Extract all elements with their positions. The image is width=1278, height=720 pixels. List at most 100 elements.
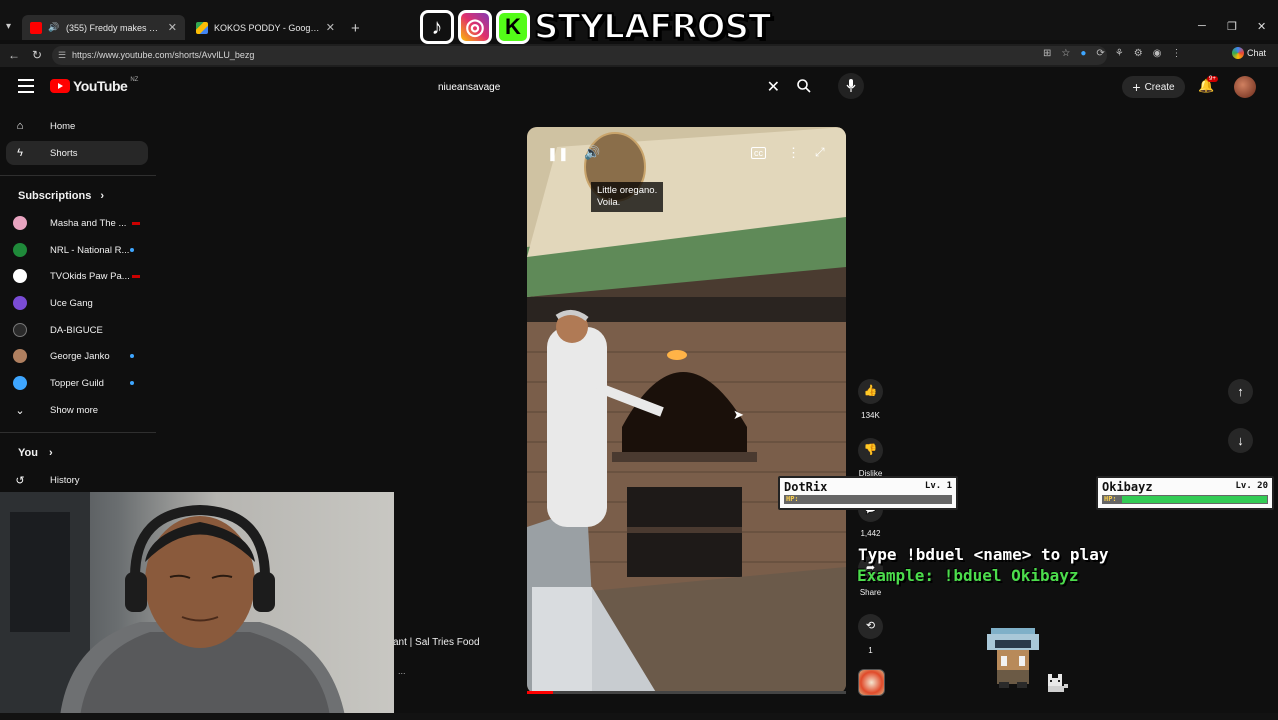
- sidebar-item-label: Shorts: [50, 147, 78, 159]
- volume-icon[interactable]: 🔊: [584, 145, 600, 161]
- extension-icon[interactable]: ⚘: [1115, 48, 1124, 59]
- notification-count-badge: 9+: [1207, 76, 1218, 82]
- close-tab-icon[interactable]: ✕: [326, 21, 335, 34]
- streamer-name: STYLAFROST: [533, 6, 772, 48]
- taskbar-strip: [0, 713, 1278, 720]
- sidebar-divider: [0, 432, 156, 433]
- maximize-icon[interactable]: ❐: [1227, 20, 1237, 33]
- show-more-button[interactable]: ⌄ Show more: [6, 398, 148, 422]
- sidebar-item-subscription[interactable]: Uce Gang: [6, 291, 148, 315]
- sidebar-item-subscription[interactable]: TVOkids Paw Pa...: [6, 264, 148, 288]
- sidebar-item-subscription[interactable]: Masha and The ...: [6, 211, 148, 235]
- captions-icon[interactable]: cc: [751, 147, 766, 159]
- sidebar-item-label: History: [50, 474, 80, 486]
- video-progress-bar[interactable]: [527, 691, 846, 694]
- history-icon: ↺: [15, 474, 25, 487]
- comment-count: 1,442: [860, 529, 881, 538]
- gemini-icon: [1232, 47, 1244, 59]
- chat-button[interactable]: Chat: [1232, 47, 1266, 59]
- sidebar-item-history[interactable]: ↺ History: [6, 468, 148, 492]
- search-input[interactable]: niueansavage: [428, 82, 767, 93]
- close-window-icon[interactable]: ✕: [1257, 20, 1266, 33]
- microphone-icon[interactable]: [838, 73, 864, 99]
- pause-icon[interactable]: ❚❚: [547, 146, 569, 162]
- minimize-icon[interactable]: ─: [1198, 20, 1206, 32]
- sidebar-item-subscription[interactable]: George Janko: [6, 344, 148, 368]
- extension-icon[interactable]: ●: [1080, 48, 1086, 59]
- subscriptions-label: Subscriptions: [18, 190, 92, 202]
- next-short-button[interactable]: ↓: [1228, 428, 1253, 453]
- menu-icon[interactable]: [18, 79, 34, 93]
- sidebar-item-subscription[interactable]: NRL - National R...: [6, 238, 148, 262]
- you-heading[interactable]: You ›: [18, 447, 53, 459]
- channel-avatar: [13, 269, 27, 283]
- channel-name: DA-BIGUCE: [50, 324, 103, 336]
- menu-dots-icon[interactable]: ⋮: [1171, 48, 1181, 59]
- dislike-button[interactable]: 👎: [858, 438, 883, 463]
- install-app-icon[interactable]: ⊞: [1043, 48, 1051, 59]
- search-icon[interactable]: [796, 78, 812, 94]
- channel-name: George Janko: [50, 350, 110, 362]
- sidebar-item-subscription[interactable]: DA-BIGUCE: [6, 318, 148, 342]
- channel-avatar: [13, 323, 27, 337]
- tab-youtube[interactable]: 🔊 (355) Freddy makes a PERFEC ✕: [22, 15, 185, 40]
- extension-icon[interactable]: ⚙: [1134, 48, 1143, 59]
- pizza-oven-video-frame: [527, 127, 846, 694]
- youtube-wordmark: YouTube: [73, 78, 128, 94]
- shorts-video-player[interactable]: [527, 127, 846, 694]
- account-avatar[interactable]: [1234, 76, 1256, 98]
- sidebar-item-shorts[interactable]: ϟ Shorts: [6, 141, 148, 165]
- more-options-icon[interactable]: ⋮: [787, 145, 800, 161]
- channel-name: TVOkids Paw Pa...: [50, 270, 130, 282]
- reload-icon[interactable]: ↻: [32, 48, 42, 62]
- like-button[interactable]: 👍: [858, 379, 883, 404]
- progress-fill: [527, 691, 553, 694]
- more-options-icon[interactable]: ...: [398, 666, 406, 676]
- player2-hp-bar: HP:: [1102, 495, 1268, 504]
- new-tab-icon[interactable]: +: [351, 20, 360, 37]
- create-label: Create: [1144, 81, 1175, 93]
- extension-icon[interactable]: ⟳: [1096, 48, 1104, 59]
- channel-avatar: [13, 376, 27, 390]
- tab-google-drive[interactable]: KOKOS PODDY - Google Drive ✕: [188, 15, 343, 40]
- mouse-cursor-icon: ➤: [733, 407, 744, 422]
- site-info-icon[interactable]: ☰: [58, 46, 66, 65]
- tab-title: KOKOS PODDY - Google Drive: [214, 22, 320, 33]
- like-count: 134K: [861, 411, 880, 420]
- sidebar-item-home[interactable]: ⌂ Home: [6, 114, 148, 138]
- remix-button[interactable]: ⟲: [858, 614, 883, 639]
- player2-name: Okibayz: [1102, 480, 1153, 494]
- tab-search-icon[interactable]: ▾: [6, 21, 11, 32]
- url-field[interactable]: ☰ https://www.youtube.com/shorts/AvvlLU_…: [52, 46, 1107, 65]
- chevron-right-icon: ›: [100, 190, 105, 202]
- clear-search-icon[interactable]: ✕: [767, 77, 788, 97]
- instagram-icon: ◎: [458, 10, 492, 44]
- kick-icon: K: [496, 10, 530, 44]
- video-caption: Little oregano. Voila.: [591, 182, 664, 212]
- player1-hp-bar: HP:: [784, 495, 952, 504]
- subscriptions-heading[interactable]: Subscriptions ›: [18, 190, 104, 202]
- screen: ▾ 🔊 (355) Freddy makes a PERFEC ✕ KOKOS …: [0, 0, 1278, 720]
- live-indicator-icon: [132, 221, 140, 225]
- profile-icon[interactable]: ◉: [1153, 48, 1162, 59]
- channel-name: Uce Gang: [50, 297, 93, 309]
- audio-track-thumbnail[interactable]: [858, 669, 885, 696]
- game-instruction: Type !bduel <name> to play: [858, 545, 1109, 564]
- sidebar-item-subscription[interactable]: Topper Guild: [6, 371, 148, 395]
- channel-avatar: [13, 216, 27, 230]
- youtube-favicon-icon: [30, 21, 42, 34]
- you-label: You: [18, 447, 38, 459]
- fullscreen-icon[interactable]: ⤢: [815, 145, 825, 160]
- back-icon[interactable]: ←: [8, 48, 20, 62]
- country-code: NZ: [130, 77, 139, 83]
- bookmark-star-icon[interactable]: ☆: [1061, 48, 1070, 59]
- video-title-partial[interactable]: ant | Sal Tries Food: [393, 637, 480, 648]
- chevron-right-icon: ›: [49, 447, 53, 459]
- search-box[interactable]: niueansavage ✕: [428, 73, 788, 101]
- previous-short-button[interactable]: ↑: [1228, 379, 1253, 404]
- youtube-logo[interactable]: YouTube NZ: [50, 77, 139, 94]
- create-button[interactable]: + Create: [1122, 76, 1185, 98]
- close-tab-icon[interactable]: ✕: [168, 21, 177, 34]
- channel-name: NRL - National R...: [50, 244, 130, 256]
- audio-playing-icon[interactable]: 🔊: [48, 22, 60, 34]
